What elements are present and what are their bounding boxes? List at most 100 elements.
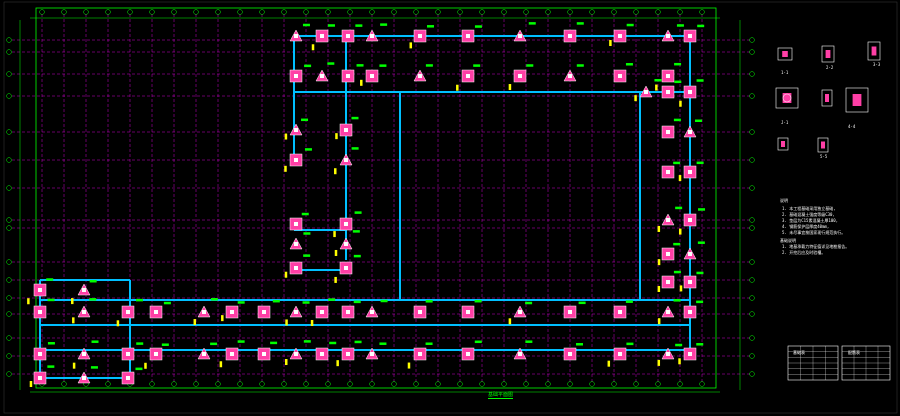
detail-label: 4-4 <box>848 124 856 129</box>
annotation-mark <box>625 300 633 303</box>
axis-bubble <box>413 9 419 15</box>
dimension-mark <box>285 319 288 326</box>
column-stub <box>344 266 348 270</box>
axis-bubble <box>523 9 529 15</box>
detail-label: 3-3 <box>873 62 881 67</box>
axis-bubble <box>457 9 463 15</box>
dimension-mark <box>219 361 223 368</box>
axis-bubble <box>749 259 755 265</box>
column-stub <box>346 34 350 38</box>
dimension-mark <box>456 84 459 91</box>
column-stub <box>344 242 348 246</box>
notes-line: 3. 垫层为C15素混凝土厚100, <box>782 218 839 223</box>
axis-bubble <box>6 295 12 301</box>
axis-bubble <box>193 9 199 15</box>
column-stub <box>126 352 130 356</box>
annotation-mark <box>237 301 245 304</box>
annotation-mark <box>474 340 482 344</box>
dimension-mark <box>311 44 315 51</box>
column-stub <box>82 352 86 356</box>
annotation-mark <box>425 64 433 67</box>
annotation-mark <box>303 232 311 235</box>
annotation-mark <box>379 342 387 345</box>
axis-bubble <box>171 9 177 15</box>
annotation-mark <box>474 25 482 28</box>
axis-bubble <box>369 9 375 15</box>
axis-bubble <box>105 9 111 15</box>
column-stub <box>82 376 86 380</box>
column-stub <box>126 376 130 380</box>
axis-bubble <box>749 185 755 191</box>
axis-bubble <box>567 381 573 387</box>
axis-bubble <box>749 217 755 223</box>
annotation-mark <box>674 80 682 84</box>
column-stub <box>466 310 470 314</box>
axis-bubble <box>39 9 45 15</box>
annotation-mark <box>578 301 586 305</box>
dimension-mark <box>508 84 512 91</box>
column-stub <box>82 288 86 292</box>
annotation-mark <box>270 341 278 345</box>
column-stub <box>294 128 298 132</box>
detail-fill <box>781 141 785 147</box>
notes-line: 2. 基础混凝土强度等级C30, <box>782 212 835 217</box>
column-stub <box>618 34 622 38</box>
dimension-mark <box>284 359 288 366</box>
column-stub <box>688 218 692 222</box>
column-stub <box>294 266 298 270</box>
axis-bubble <box>6 71 12 77</box>
axis-bubble <box>6 353 12 359</box>
column-stub <box>666 130 670 134</box>
column-stub <box>154 310 158 314</box>
annotation-mark <box>697 241 705 244</box>
annotation-mark <box>47 342 55 345</box>
annotation-mark <box>673 118 681 122</box>
axis-bubble <box>127 9 133 15</box>
annotation-mark <box>675 343 683 347</box>
dimension-mark <box>284 271 288 278</box>
detail-fill <box>782 93 792 103</box>
cad-drawing-canvas[interactable]: 基础平面图 说明 1. 本工程基础采用独立基础, 2. 基础混凝土强度等级C30… <box>0 0 900 416</box>
dimension-mark <box>72 317 75 324</box>
dimension-mark <box>657 318 661 325</box>
annotation-mark <box>528 22 536 25</box>
dimension-mark <box>657 259 661 266</box>
annotation-mark <box>354 340 362 344</box>
column-stub <box>370 352 374 356</box>
axis-bubble <box>281 9 287 15</box>
axis-bubble <box>6 49 12 55</box>
column-stub <box>688 34 692 38</box>
dimension-mark <box>607 360 611 367</box>
axis-bubble <box>435 9 441 15</box>
axis-bubble <box>259 9 265 15</box>
dimension-mark <box>657 225 661 232</box>
dimension-mark <box>27 298 30 305</box>
annotation-mark <box>474 299 482 303</box>
dimension-mark <box>679 285 683 292</box>
dimension-mark <box>144 362 147 369</box>
dimension-mark <box>679 100 682 107</box>
annotation-mark <box>526 64 534 67</box>
column-stub <box>202 310 206 314</box>
dimension-mark <box>407 362 411 369</box>
detail-fill <box>871 46 877 56</box>
column-stub <box>202 352 206 356</box>
column-stub <box>344 158 348 162</box>
annotation-mark <box>696 343 704 346</box>
annotation-mark <box>301 118 309 122</box>
dimension-mark <box>657 285 661 292</box>
column-stub <box>666 74 670 78</box>
column-stub <box>688 90 692 94</box>
dimension-mark <box>334 276 337 283</box>
notes-line: 4. 钢筋保护层厚度40mm, <box>782 224 830 229</box>
axis-bubble <box>6 217 12 223</box>
column-stub <box>294 222 298 226</box>
annotation-mark <box>136 298 144 302</box>
annotation-mark <box>473 64 481 67</box>
annotation-mark <box>302 301 310 304</box>
column-stub <box>262 352 266 356</box>
axis-bubble <box>303 381 309 387</box>
annotation-mark <box>696 79 704 82</box>
annotation-mark <box>304 64 312 68</box>
axis-bubble <box>479 381 485 387</box>
